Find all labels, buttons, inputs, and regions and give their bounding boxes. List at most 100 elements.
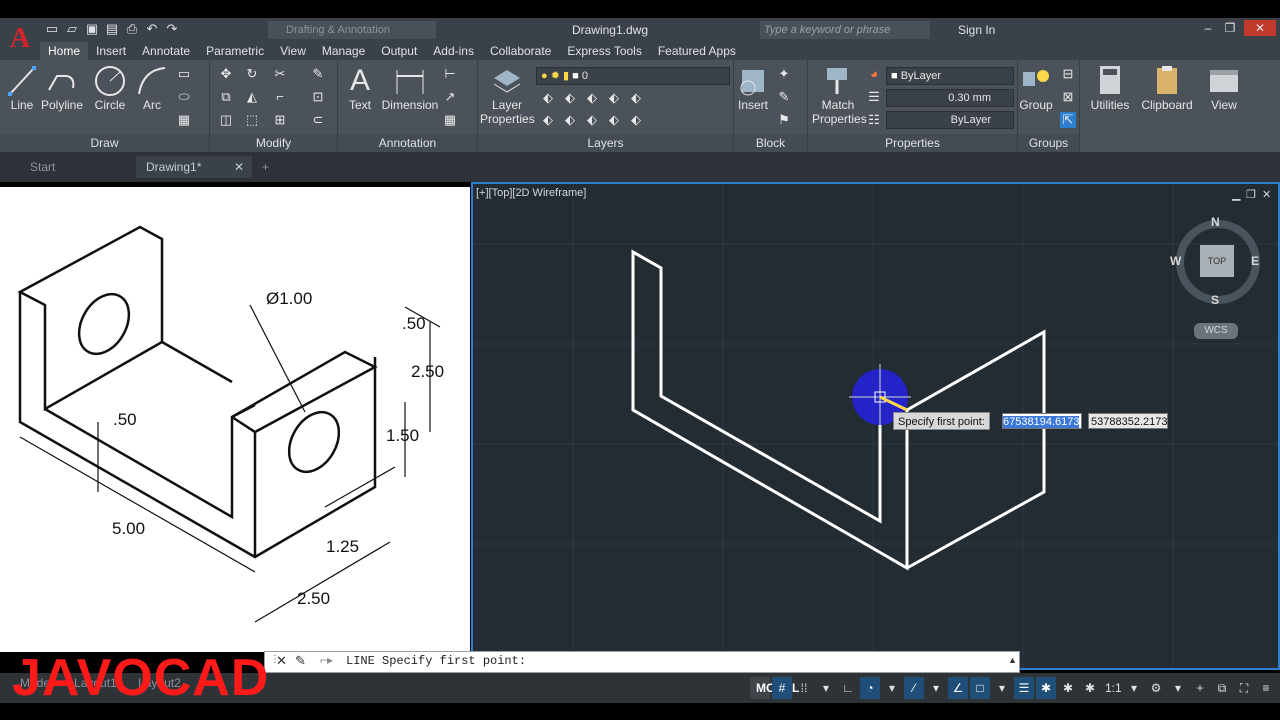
color-wheel-icon[interactable]: ◕ (866, 66, 882, 82)
scale-dropdown-icon[interactable]: ▾ (1124, 677, 1144, 699)
viewcube-east[interactable]: E (1251, 254, 1259, 268)
gear-dropdown-icon[interactable]: ▾ (1168, 677, 1188, 699)
viewcube-west[interactable]: W (1170, 254, 1181, 268)
create-block-icon[interactable]: ✦ (776, 66, 792, 82)
layer-tool-10-icon[interactable]: ⬖ (628, 112, 644, 128)
layer-tool-7-icon[interactable]: ⬖ (562, 112, 578, 128)
scale-icon[interactable]: ⬚ (244, 112, 260, 128)
isodraft-icon[interactable]: ⁄ (904, 677, 924, 699)
model-space-button[interactable]: MODEL (750, 677, 799, 699)
grid-icon[interactable]: # (772, 677, 792, 699)
utilities-button[interactable]: Utilities (1086, 64, 1134, 112)
insert-tool[interactable]: Insert (736, 64, 770, 112)
snap-dropdown-icon[interactable]: ▾ (816, 677, 836, 699)
restore-icon[interactable]: ❐ (1220, 20, 1240, 36)
circle-tool[interactable]: Circle (90, 64, 130, 112)
object-snap-icon[interactable]: □ (970, 677, 990, 699)
layer-tool-8-icon[interactable]: ⬖ (584, 112, 600, 128)
command-close-icon[interactable]: ✕ (276, 653, 287, 669)
isodraft-dropdown-icon[interactable]: ▾ (926, 677, 946, 699)
color-dropdown[interactable]: ■ ByLayer (886, 67, 1014, 85)
fillet-icon[interactable]: ⌐ (272, 89, 288, 105)
search-input[interactable]: Type a keyword or phrase (760, 21, 930, 39)
hatch-icon[interactable]: ▦ (176, 112, 192, 128)
tab-annotate[interactable]: Annotate (134, 42, 198, 60)
view-button[interactable]: View (1200, 64, 1248, 112)
linetype-dropdown[interactable]: ByLayer (886, 111, 1014, 129)
viewport-minimize-icon[interactable]: ▁ (1232, 188, 1240, 201)
redo-icon[interactable]: ↷ (164, 21, 180, 37)
layer-tool-5-icon[interactable]: ⬖ (628, 90, 644, 106)
dimension-tool[interactable]: Dimension (380, 64, 440, 112)
annotation-visibility-icon[interactable]: ✱ (1036, 677, 1056, 699)
customization-icon[interactable]: ≡ (1256, 677, 1276, 699)
polyline-tool[interactable]: Polyline (40, 64, 84, 112)
line-tool[interactable]: Line (6, 64, 38, 112)
annotation-monitor-icon[interactable]: + (1190, 677, 1210, 699)
layers-panel-title[interactable]: Layers (478, 134, 733, 152)
group-edit-icon[interactable]: ⊠ (1060, 89, 1076, 105)
polar-dropdown-icon[interactable]: ▾ (882, 677, 902, 699)
wcs-menu[interactable]: WCS (1194, 323, 1238, 339)
stretch-icon[interactable]: ◫ (218, 112, 234, 128)
undo-icon[interactable]: ↶ (144, 21, 160, 37)
command-customize-icon[interactable]: ✎ (295, 653, 306, 669)
tab-parametric[interactable]: Parametric (198, 42, 272, 60)
text-tool[interactable]: A Text (344, 64, 376, 112)
tab-express-tools[interactable]: Express Tools (559, 42, 649, 60)
annotation-panel-title[interactable]: Annotation (338, 134, 477, 152)
groups-panel-title[interactable]: Groups (1018, 134, 1079, 152)
application-menu-button[interactable]: A (0, 18, 40, 60)
new-icon[interactable]: ▭ (44, 21, 60, 37)
table-icon[interactable]: ▦ (442, 112, 458, 128)
modify-panel-title[interactable]: Modify (210, 134, 337, 152)
tab-start[interactable]: Start (20, 156, 130, 178)
save-icon[interactable]: ▣ (84, 21, 100, 37)
clean-screen-icon[interactable]: ⛶ (1234, 677, 1254, 699)
layer-tool-6-icon[interactable]: ⬖ (540, 112, 556, 128)
sign-in-button[interactable]: Sign In (958, 18, 995, 42)
annotation-scale-icon[interactable]: ✱ (1080, 677, 1100, 699)
lineweight-toggle-icon[interactable]: ☰ (1014, 677, 1034, 699)
lineweight-icon[interactable]: ☰ (866, 89, 882, 105)
coord-y-input[interactable]: 53788352.2173 (1088, 413, 1168, 429)
tab-collaborate[interactable]: Collaborate (482, 42, 559, 60)
open-icon[interactable]: ▱ (64, 21, 80, 37)
annotation-scale-value[interactable]: 1:1 (1102, 677, 1122, 699)
group-select-icon[interactable]: ⇱ (1060, 112, 1076, 128)
ortho-icon[interactable]: ∟ (838, 677, 858, 699)
tab-close-icon[interactable]: ✕ (234, 156, 244, 178)
match-properties-tool[interactable]: Match Properties (812, 64, 867, 126)
command-history-icon[interactable]: ▲ (1008, 655, 1017, 665)
layer-tool-1-icon[interactable]: ⬖ (540, 90, 556, 106)
block-panel-title[interactable]: Block (734, 134, 807, 152)
tab-featured-apps[interactable]: Featured Apps (650, 42, 744, 60)
tab-output[interactable]: Output (373, 42, 425, 60)
minimize-icon[interactable]: – (1198, 20, 1218, 36)
layer-tool-9-icon[interactable]: ⬖ (606, 112, 622, 128)
viewport-restore-icon[interactable]: ❐ (1246, 188, 1256, 201)
ellipse-icon[interactable]: ⬭ (176, 89, 192, 105)
edit-attributes-icon[interactable]: ⚑ (776, 112, 792, 128)
layer-dropdown[interactable]: ● ✹ ▮ ■ 0 (536, 67, 730, 85)
tab-drawing1[interactable]: Drawing1* ✕ (136, 156, 252, 178)
rectangle-icon[interactable]: ▭ (176, 66, 192, 82)
auto-scale-icon[interactable]: ✱ (1058, 677, 1078, 699)
viewcube-top[interactable]: TOP (1200, 245, 1234, 277)
workspace-selector[interactable]: Drafting & Annotation (268, 21, 436, 39)
object-snap-dropdown-icon[interactable]: ▾ (992, 677, 1012, 699)
layer-tool-4-icon[interactable]: ⬖ (606, 90, 622, 106)
plot-icon[interactable]: ⎙ (124, 21, 140, 37)
snap-icon[interactable]: ⁞⁞ (794, 677, 814, 699)
object-snap-tracking-icon[interactable]: ∠ (948, 677, 968, 699)
isolate-objects-icon[interactable]: ⧉ (1212, 677, 1232, 699)
move-icon[interactable]: ✥ (218, 66, 234, 82)
edit-block-icon[interactable]: ✎ (776, 89, 792, 105)
tab-insert[interactable]: Insert (88, 42, 134, 60)
layer-tool-3-icon[interactable]: ⬖ (584, 90, 600, 106)
coord-x-input[interactable]: 67538194.6173 (1002, 413, 1082, 429)
arc-tool[interactable]: Arc (134, 64, 170, 112)
viewcube-north[interactable]: N (1211, 215, 1220, 229)
mirror-icon[interactable]: ◭ (244, 89, 260, 105)
polar-tracking-icon[interactable]: ◔ (860, 677, 880, 699)
